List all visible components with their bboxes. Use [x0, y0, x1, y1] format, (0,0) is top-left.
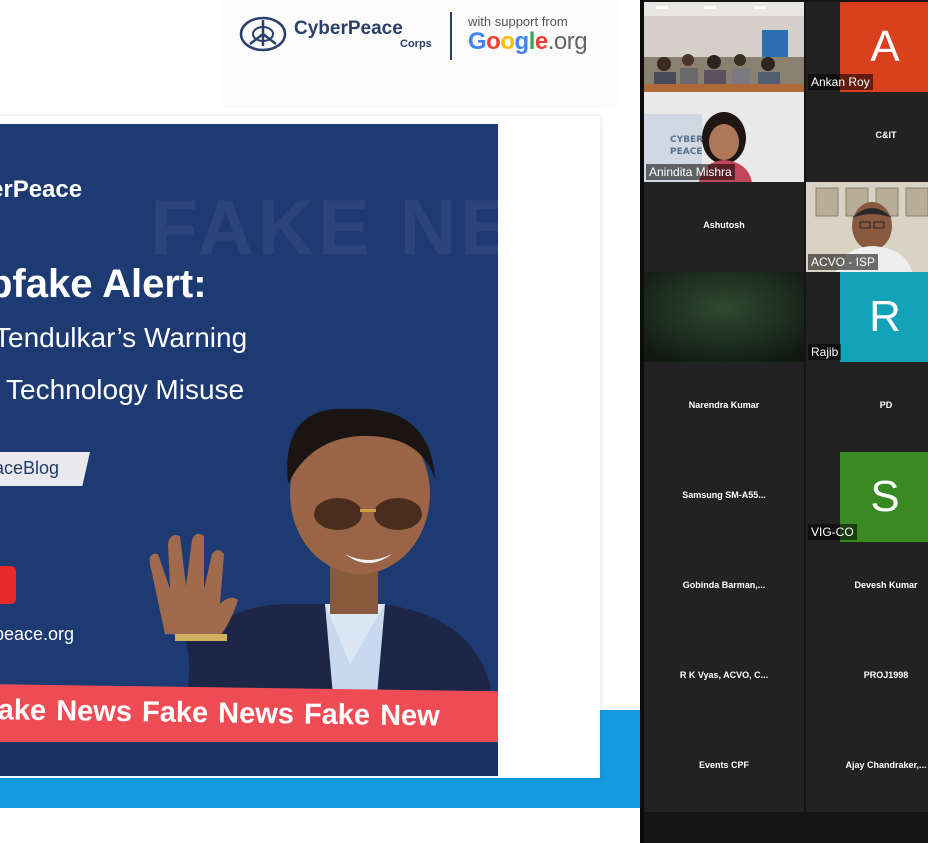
logo-divider — [450, 12, 452, 60]
participant-tile[interactable]: PD — [806, 362, 928, 452]
participant-name-label: Rajib — [808, 344, 842, 360]
participant-tile[interactable]: C&IT — [806, 92, 928, 182]
poster-tag: aceBlog — [0, 452, 90, 486]
participant-name-label: VIG-CO — [808, 524, 857, 540]
participant-tile[interactable] — [644, 272, 804, 362]
participant-tile[interactable]: Devesh Kumar — [806, 542, 928, 632]
participant-tile[interactable]: Samsung SM-A55... — [644, 452, 804, 542]
poster-title: pfake Alert: — [0, 262, 207, 306]
participant-name: PD — [879, 400, 893, 410]
sponsor-header: CyberPeace Corps with support from Googl… — [222, 0, 618, 108]
room-video-feed — [644, 2, 804, 92]
participant-tile[interactable]: Ajay Chandraker,... — [806, 722, 928, 812]
participant-name: Samsung SM-A55... — [682, 490, 766, 500]
meeting-screen: CyberPeace Corps with support from Googl… — [0, 0, 928, 843]
participant-tile[interactable]: Gobinda Barman,... — [644, 542, 804, 632]
participant-tile[interactable]: Ashutosh — [644, 182, 804, 272]
participant-name: Narendra Kumar — [688, 400, 760, 410]
participant-name: Ashutosh — [703, 220, 745, 230]
participant-tile[interactable]: Narendra Kumar — [644, 362, 804, 452]
poster-url: peace.org — [0, 624, 75, 644]
brand-sub: Corps — [400, 38, 432, 50]
participant-tile[interactable]: R K Vyas, ACVO, C... — [644, 632, 804, 722]
participant-name: Events CPF — [698, 760, 749, 770]
participant-tile[interactable]: PROJ1998 — [806, 632, 928, 722]
participant-name: Devesh Kumar — [854, 580, 918, 590]
svg-text:CYBER: CYBER — [670, 135, 703, 145]
participant-name: PROJ1998 — [863, 670, 909, 680]
participant-tile[interactable] — [644, 2, 804, 92]
participant-tile[interactable]: CYBER PEACE Anindita Mishra — [644, 92, 804, 182]
poster-brand: erPeace — [0, 176, 83, 203]
poster-footer — [0, 742, 498, 776]
participant-name: R K Vyas, ACVO, C... — [679, 670, 769, 680]
participant-tile[interactable]: ACVO - ISP — [806, 182, 928, 272]
participant-tile[interactable]: R Rajib — [806, 272, 928, 362]
poster-red-marker — [0, 566, 16, 604]
participant-video-feed — [644, 272, 804, 362]
fake-news-band: Fake News Fake News Fake New — [0, 684, 498, 750]
poster-tag-text: aceBlog — [0, 458, 60, 478]
shared-screen: CyberPeace Corps with support from Googl… — [0, 0, 640, 843]
svg-text:PEACE: PEACE — [670, 147, 702, 157]
google-logo: Google.org — [468, 28, 588, 55]
participant-name-label: Anindita Mishra — [646, 164, 735, 180]
participant-name: C&IT — [875, 130, 897, 140]
cyberpeace-logo-icon — [239, 16, 287, 52]
participant-name-label: ACVO - ISP — [808, 254, 879, 270]
brand-name: CyberPeace — [294, 18, 403, 39]
participant-tile[interactable]: A Ankan Roy — [806, 2, 928, 92]
participant-tile[interactable]: S VIG-CO — [806, 452, 928, 542]
participant-name-label: Ankan Roy — [808, 74, 873, 90]
avatar: R — [840, 272, 928, 362]
participant-name: Gobinda Barman,... — [682, 580, 766, 590]
poster-background-text: FAKE NEWS — [150, 183, 498, 271]
participant-tile[interactable]: Events CPF — [644, 722, 804, 812]
fake-news-band-text: Fake News Fake News Fake New — [0, 694, 440, 733]
poster: FAKE NEWS erPeace pfake Alert: Tendulkar… — [0, 124, 498, 776]
participant-name: Ajay Chandraker,... — [845, 760, 927, 770]
support-text: with support from — [468, 14, 568, 29]
